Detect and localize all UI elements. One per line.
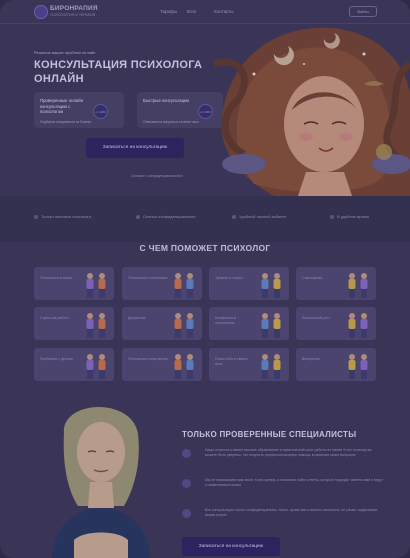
- help-tile[interactable]: Самооценка: [296, 267, 376, 300]
- feature-label: Только опытные психологи: [41, 214, 92, 219]
- hero-eyebrow: Решение ваших проблем онлайн: [34, 50, 96, 55]
- help-tile[interactable]: Отношения с партнером: [122, 348, 202, 381]
- feature-label: Удобный личный кабинет: [239, 214, 287, 219]
- people-illustration-icon: [261, 313, 281, 338]
- help-tile[interactable]: Стресс на работе: [34, 307, 114, 340]
- hero-card-fast: Быстрые консультации от 1000 Отвечаем на…: [137, 92, 223, 128]
- check-icon: [330, 214, 334, 219]
- help-tile-label: Отношения в семье: [40, 276, 73, 280]
- help-tile-label: Отношения с коллегами: [128, 276, 168, 280]
- specialist-benefit: Мы не навязываем вам своих точек зрения,…: [182, 475, 383, 505]
- people-illustration-icon: [261, 354, 281, 379]
- hero-card-consultation: Проверенные онлайн консультации с психол…: [34, 92, 124, 128]
- help-tile-label: Личностный рост: [302, 316, 330, 320]
- feature-item: В удобное время: [330, 214, 369, 219]
- help-tile[interactable]: Выгорание: [296, 348, 376, 381]
- nav-item-contacts[interactable]: Контакты: [214, 9, 233, 14]
- help-tile-label: Самооценка: [302, 276, 323, 280]
- people-illustration-icon: [174, 354, 194, 379]
- help-tile[interactable]: Отношения с коллегами: [122, 267, 202, 300]
- people-illustration-icon: [174, 313, 194, 338]
- hero-illustration: [214, 27, 410, 196]
- feature-label: Сеансы конфиденциальные: [143, 214, 196, 219]
- people-illustration-icon: [86, 313, 106, 338]
- page: БИРОНРАПИЯ ПСИХОЛОГИЯ И ТЕРАПИЯ Тарифы Б…: [0, 0, 410, 558]
- feature-item: Только опытные психологи: [34, 214, 91, 219]
- help-tile-label: Проблемы с детьми: [40, 357, 73, 361]
- help-tile-label: Стресс на работе: [40, 316, 69, 320]
- psychologist-photo: [34, 390, 168, 558]
- specialist-benefit: Все консультации строго конфиденциальны.…: [182, 505, 382, 535]
- people-illustration-icon: [261, 273, 281, 298]
- price-badge: от 1000: [198, 104, 213, 119]
- price-badge: от 1000: [93, 104, 108, 119]
- people-illustration-icon: [348, 313, 368, 338]
- privacy-link[interactable]: Согласие с конфиденциальностью: [131, 174, 183, 178]
- feature-item: Удобный личный кабинет: [232, 214, 286, 219]
- features-strip: [0, 196, 410, 242]
- help-section-title: С ЧЕМ ПОМОЖЕТ ПСИХОЛОГ: [139, 243, 271, 253]
- check-icon: [34, 214, 38, 219]
- feature-item: Сеансы конфиденциальные: [136, 214, 196, 219]
- help-tile-label: Депрессия: [128, 316, 146, 320]
- specialist-benefit-text: Мы не навязываем вам своих точек зрения,…: [205, 478, 383, 487]
- hero-card-subtext: Подберем специалиста за 5 минут: [40, 120, 92, 124]
- people-illustration-icon: [348, 273, 368, 298]
- help-tile-label: Тревога и страхи: [215, 276, 243, 280]
- help-tile[interactable]: Конфликты в отношениях: [209, 307, 289, 340]
- lock-icon: [182, 509, 191, 518]
- hero-title: КОНСУЛЬТАЦИЯ ПСИХОЛОГА ОНЛАЙН: [34, 59, 203, 85]
- nav-item-blog[interactable]: Блог: [187, 9, 197, 14]
- people-illustration-icon: [348, 354, 368, 379]
- specialist-benefit: Наши психологи имеют высшее образование …: [182, 445, 382, 475]
- help-tile[interactable]: Тревога и страхи: [209, 267, 289, 300]
- logo-title[interactable]: БИРОНРАПИЯ: [50, 5, 98, 12]
- check-icon: [136, 214, 140, 219]
- help-tile[interactable]: Поиск себя и своего пути: [209, 348, 289, 381]
- people-illustration-icon: [86, 273, 106, 298]
- hero-card-text: Проверенные онлайн консультации с психол…: [40, 98, 84, 114]
- feature-label: В удобное время: [337, 214, 369, 219]
- nav-item-tariffs[interactable]: Тарифы: [160, 9, 177, 14]
- logo-icon[interactable]: [34, 5, 48, 19]
- help-tile-label: Отношения с партнером: [128, 357, 168, 361]
- help-tile[interactable]: Депрессия: [122, 307, 202, 340]
- logo-subtitle: ПСИХОЛОГИЯ И ТЕРАПИЯ: [50, 13, 96, 17]
- book-consultation-button-bottom[interactable]: Записаться на консультацию: [182, 537, 280, 556]
- check-icon: [232, 214, 236, 219]
- help-tile[interactable]: Проблемы с детьми: [34, 348, 114, 381]
- hero-card-text: Быстрые консультации: [143, 98, 189, 103]
- people-illustration-icon: [174, 273, 194, 298]
- specialist-benefit-text: Наши психологи имеют высшее образование …: [205, 448, 372, 457]
- login-button[interactable]: Войти: [349, 6, 377, 17]
- help-tile-label: Выгорание: [302, 357, 320, 361]
- help-tile[interactable]: Личностный рост: [296, 307, 376, 340]
- chat-icon: [182, 479, 191, 488]
- help-tile[interactable]: Отношения в семье: [34, 267, 114, 300]
- specialists-title: ТОЛЬКО ПРОВЕРЕННЫЕ СПЕЦИАЛИСТЫ: [182, 430, 357, 439]
- hero-card-subtext: Отвечаем на вопросы в течение часа: [143, 120, 199, 124]
- book-consultation-button[interactable]: Записаться на консультацию: [86, 138, 184, 158]
- people-illustration-icon: [86, 354, 106, 379]
- diploma-icon: [182, 449, 191, 458]
- help-tile-label: Конфликты в отношениях: [215, 316, 237, 325]
- site-header: БИРОНРАПИЯ ПСИХОЛОГИЯ И ТЕРАПИЯ Тарифы Б…: [0, 0, 410, 24]
- specialist-benefit-text: Все консультации строго конфиденциальны.…: [205, 508, 378, 517]
- help-tile-label: Поиск себя и своего пути: [215, 357, 248, 366]
